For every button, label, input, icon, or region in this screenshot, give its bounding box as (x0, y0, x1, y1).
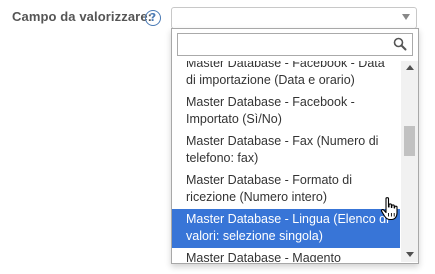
scrollbar-thumb[interactable] (404, 126, 415, 156)
option-item[interactable]: Master Database - Facebook - Data di imp… (172, 61, 400, 92)
search-box[interactable] (177, 33, 413, 56)
search-input[interactable] (178, 34, 383, 55)
hand-pointer-icon (380, 197, 398, 221)
search-icon (393, 37, 407, 51)
option-item[interactable]: Master Database - Fax (Numero di telefon… (172, 131, 400, 170)
scroll-up-arrow-icon[interactable] (406, 65, 414, 70)
option-item[interactable]: Master Database - Facebook - Importato (… (172, 92, 400, 131)
scroll-down-arrow-icon[interactable] (406, 252, 414, 257)
field-label: Campo da valorizzare: (12, 9, 153, 24)
field-select[interactable] (171, 7, 417, 29)
option-item-highlighted[interactable]: Master Database - Lingua (Elenco di valo… (172, 209, 400, 248)
help-icon[interactable]: ? (145, 10, 161, 26)
select-dropdown: Master Database - Facebook - Data di imp… (171, 28, 419, 264)
option-item[interactable]: Master Database - Formato di ricezione (… (172, 170, 400, 209)
options-list: Master Database - Facebook - Data di imp… (172, 61, 400, 262)
option-item[interactable]: Master Database - Magento customer Id (N… (172, 248, 400, 262)
chevron-down-icon[interactable] (402, 14, 410, 20)
scrollbar[interactable] (401, 61, 418, 262)
